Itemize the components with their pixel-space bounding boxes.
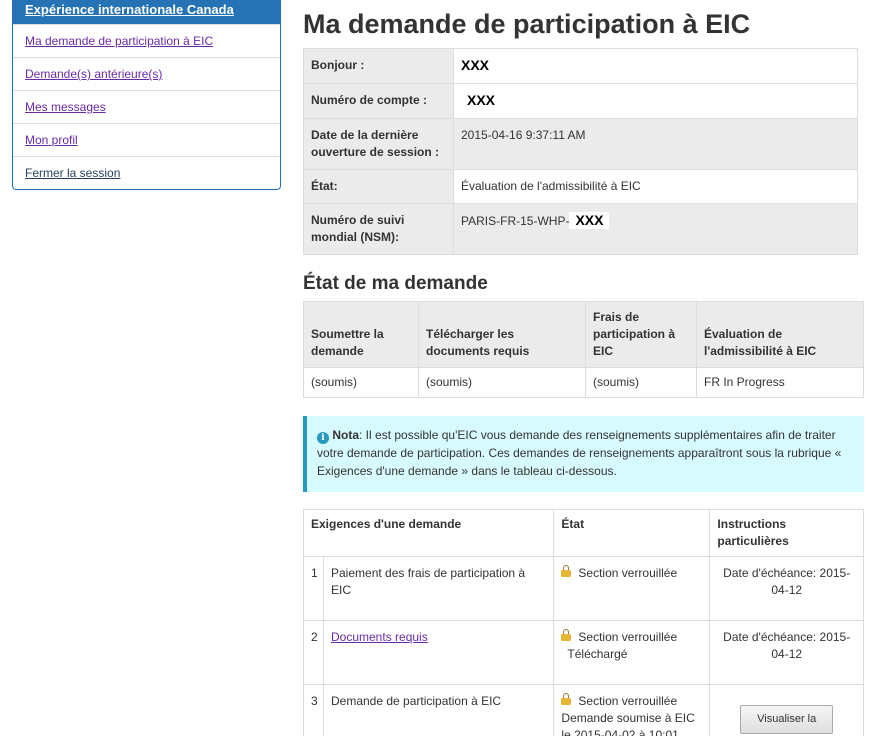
- status-value: (soumis): [418, 367, 586, 398]
- req-name: Demande de participation à EIC: [322, 684, 555, 736]
- info-label: Bonjour :: [303, 48, 454, 84]
- req-state: Section verrouillée: [553, 556, 711, 621]
- redacted-value: XXX: [454, 57, 674, 74]
- redacted-value: XXX: [461, 92, 502, 109]
- requirement-row: 3 Demande de participation à EIC Section…: [303, 684, 864, 736]
- status-header: Soumettre la demande: [303, 301, 419, 368]
- sidebar-item-mon-profil[interactable]: Mon profil: [13, 123, 280, 156]
- redacted-value: XXX: [569, 212, 610, 229]
- sidebar-header[interactable]: Expérience internationale Canada: [13, 0, 280, 24]
- req-state-text: Section verrouillée: [578, 566, 678, 580]
- account-info-table: Bonjour : XXX Numéro de compte : XXX Dat…: [303, 48, 858, 255]
- req-header-instructions: Instructions particulières: [709, 509, 864, 557]
- info-label: Numéro de suivi mondial (NSM):: [303, 203, 454, 255]
- status-value-row: (soumis) (soumis) (soumis) FR In Progres…: [303, 367, 864, 398]
- info-row-bonjour: Bonjour : XXX: [303, 48, 858, 84]
- req-instructions: Date d'échéance: 2015-04-12: [709, 556, 864, 621]
- sidebar-item-fermer-session[interactable]: Fermer la session: [13, 156, 280, 189]
- req-header-exigences: Exigences d'une demande: [302, 509, 555, 557]
- status-value: FR In Progress: [696, 367, 864, 398]
- req-name: Paiement des frais de participation à EI…: [322, 556, 555, 621]
- info-row-etat: État: Évaluation de l'admissibilité à EI…: [303, 169, 858, 204]
- info-row-nsm: Numéro de suivi mondial (NSM): PARIS-FR-…: [303, 203, 858, 255]
- info-value: Évaluation de l'admissibilité à EIC: [453, 169, 858, 204]
- lock-icon: [561, 565, 572, 578]
- info-row-derniere-session: Date de la dernière ouverture de session…: [303, 118, 858, 170]
- req-state-detail: Téléchargé: [567, 647, 628, 661]
- status-header-row: Soumettre la demande Télécharger les doc…: [303, 301, 864, 368]
- visualiser-button[interactable]: Visualiser la: [740, 705, 834, 734]
- sidebar-nav: Expérience internationale Canada Ma dema…: [12, 0, 281, 190]
- requirement-row: 2 Documents requis Section verrouillée Té…: [303, 620, 864, 685]
- req-number: 3: [303, 684, 324, 736]
- req-state: Section verrouillée Demande soumise à EIC…: [553, 684, 711, 736]
- sidebar-link-mon-profil[interactable]: Mon profil: [25, 133, 78, 147]
- requirements-header-row: Exigences d'une demande État Instruction…: [302, 509, 864, 557]
- sidebar-item-mes-messages[interactable]: Mes messages: [13, 90, 280, 123]
- sidebar-link-mes-messages[interactable]: Mes messages: [25, 100, 106, 114]
- req-header-etat: État: [553, 509, 711, 557]
- info-row-compte: Numéro de compte : XXX: [303, 83, 858, 119]
- note-text: : Il est possible qu'EIC vous demande de…: [317, 428, 842, 478]
- info-label: Date de la dernière ouverture de session…: [303, 118, 454, 170]
- info-note: i Nota: Il est possible qu'EIC vous dema…: [303, 416, 864, 492]
- requirements-table: Exigences d'une demande État Instruction…: [302, 509, 864, 736]
- req-instructions: Visualiser la: [709, 684, 864, 736]
- requirement-row: 1 Paiement des frais de participation à …: [303, 556, 864, 621]
- req-state: Section verrouillée Téléchargé: [553, 620, 711, 685]
- main-content: Ma demande de participation à EIC Bonjou…: [302, 0, 864, 736]
- req-number: 2: [303, 620, 324, 685]
- sidebar-item-ma-demande[interactable]: Ma demande de participation à EIC: [13, 24, 280, 57]
- status-header: Frais de participation à EIC: [585, 301, 697, 368]
- req-state-detail: Demande soumise à EIC le 2015-04-02 à 10…: [561, 711, 695, 736]
- status-header: Télécharger les documents requis: [418, 301, 586, 368]
- req-number: 1: [303, 556, 324, 621]
- nsm-prefix: PARIS-FR-15-WHP-: [461, 214, 570, 228]
- documents-requis-link[interactable]: Documents requis: [331, 630, 428, 644]
- status-header: Évaluation de l'admissibilité à EIC: [696, 301, 864, 368]
- status-value: (soumis): [303, 367, 419, 398]
- application-status-table: Soumettre la demande Télécharger les doc…: [303, 301, 864, 398]
- info-value: PARIS-FR-15-WHP- XXX: [453, 203, 858, 255]
- sidebar-link-ma-demande[interactable]: Ma demande de participation à EIC: [25, 34, 213, 48]
- info-value: 2015-04-16 9:37:11 AM: [453, 118, 858, 170]
- sidebar-header-label[interactable]: Expérience internationale Canada: [25, 2, 234, 17]
- info-icon: i: [317, 432, 329, 444]
- note-label: Nota: [332, 428, 360, 442]
- info-label: État:: [303, 169, 454, 204]
- req-state-text: Section verrouillée: [578, 694, 678, 708]
- status-section-title: État de ma demande: [303, 273, 488, 294]
- req-state-text: Section verrouillée: [578, 630, 678, 644]
- sidebar-item-demandes-anterieures[interactable]: Demande(s) antérieure(s): [13, 57, 280, 90]
- page-title: Ma demande de participation à EIC: [303, 9, 751, 39]
- info-label: Numéro de compte :: [303, 83, 454, 119]
- req-name-cell: Documents requis: [322, 620, 555, 685]
- lock-icon: [561, 629, 572, 642]
- info-value: XXX: [453, 48, 858, 84]
- info-value: XXX: [453, 83, 858, 119]
- status-value: (soumis): [585, 367, 697, 398]
- sidebar-link-demandes-anterieures[interactable]: Demande(s) antérieure(s): [25, 67, 162, 81]
- lock-icon: [561, 693, 572, 706]
- sidebar-link-fermer-session[interactable]: Fermer la session: [25, 166, 120, 180]
- req-instructions: Date d'échéance: 2015-04-12: [709, 620, 864, 685]
